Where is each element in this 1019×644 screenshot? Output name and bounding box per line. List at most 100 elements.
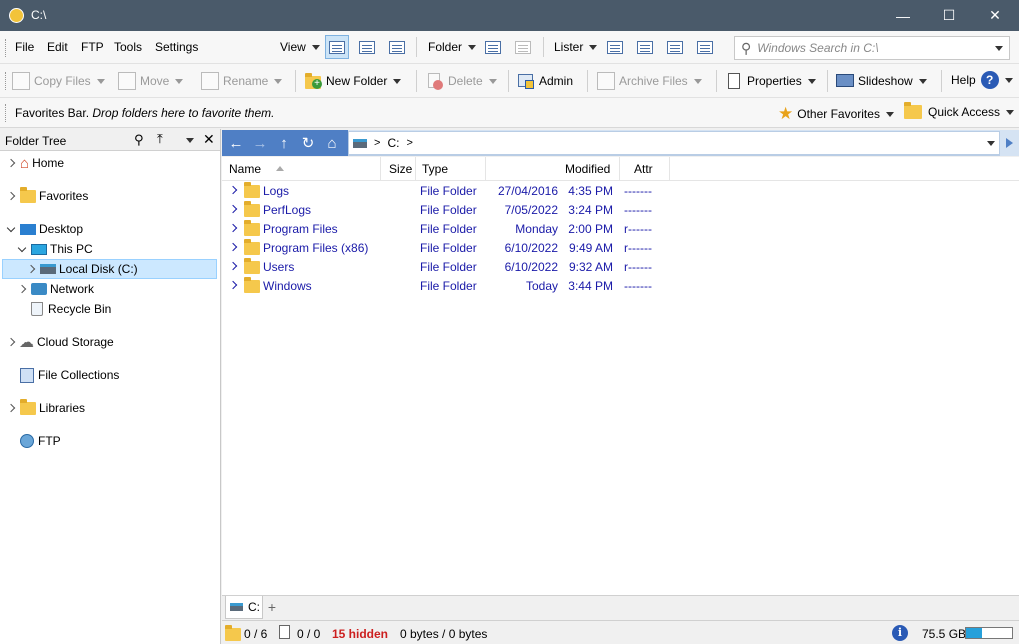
table-row[interactable]: Program Files File Folder Monday 2:00 PM… bbox=[222, 219, 1019, 238]
search-icon[interactable]: ⚲ bbox=[134, 132, 144, 148]
expand-icon[interactable] bbox=[6, 191, 16, 201]
back-arrow-icon[interactable]: ← bbox=[226, 133, 246, 153]
expand-icon[interactable] bbox=[6, 337, 16, 347]
column-type[interactable]: Type bbox=[422, 162, 448, 176]
menu-settings[interactable]: Settings bbox=[155, 40, 198, 54]
column-divider[interactable] bbox=[669, 157, 670, 181]
folder-icon bbox=[244, 182, 260, 198]
go-to-top-icon[interactable]: ⤒ bbox=[157, 131, 163, 147]
up-arrow-icon[interactable]: ↑ bbox=[274, 133, 294, 153]
column-divider[interactable] bbox=[415, 157, 416, 181]
expand-icon[interactable] bbox=[228, 204, 238, 214]
power-view-button[interactable] bbox=[355, 35, 379, 59]
archive-files-button[interactable]: Archive Files bbox=[597, 72, 702, 90]
search-dropdown-icon[interactable] bbox=[995, 46, 1003, 51]
quick-access-button[interactable]: Quick Access bbox=[904, 102, 1015, 119]
other-favorites-button[interactable]: ★ Other Favorites bbox=[778, 104, 894, 124]
table-row[interactable]: Logs File Folder 27/04/2016 4:35 PM ----… bbox=[222, 181, 1019, 200]
lister-dual-button[interactable] bbox=[633, 35, 657, 59]
toolbar-grip[interactable] bbox=[5, 104, 7, 122]
home-icon[interactable]: ⌂ bbox=[322, 133, 342, 153]
new-folder-button[interactable]: + New Folder bbox=[304, 72, 402, 90]
path-go-button[interactable] bbox=[1000, 130, 1019, 156]
thumbnails-view-button[interactable] bbox=[385, 35, 409, 59]
details-view-button[interactable] bbox=[325, 35, 349, 59]
tree-item-home[interactable]: ⌂ Home bbox=[0, 153, 220, 173]
toolbar-grip[interactable] bbox=[5, 39, 7, 57]
column-modified[interactable]: Modified bbox=[565, 162, 610, 176]
expand-icon[interactable] bbox=[228, 280, 238, 290]
table-row[interactable]: Program Files (x86) File Folder 6/10/202… bbox=[222, 238, 1019, 257]
column-name[interactable]: Name bbox=[229, 162, 261, 176]
table-row[interactable]: Windows File Folder Today 3:44 PM ------… bbox=[222, 276, 1019, 295]
path-field[interactable]: > C: > bbox=[348, 131, 1000, 155]
admin-button[interactable]: Admin bbox=[517, 72, 573, 90]
rename-button[interactable]: Rename bbox=[201, 72, 283, 90]
tree-item-cloud-storage[interactable]: ☁ Cloud Storage bbox=[0, 332, 220, 352]
table-row[interactable]: PerfLogs File Folder 7/05/2022 3:24 PM -… bbox=[222, 200, 1019, 219]
menu-file[interactable]: File bbox=[15, 40, 34, 54]
lister-tree-button[interactable] bbox=[663, 35, 687, 59]
delete-button[interactable]: Delete bbox=[426, 72, 497, 90]
column-divider[interactable] bbox=[380, 157, 381, 181]
hidden-count[interactable]: 15 hidden bbox=[332, 627, 388, 641]
breadcrumb-separator[interactable]: > bbox=[374, 137, 380, 149]
collapse-icon[interactable] bbox=[6, 223, 16, 232]
view-menu-button[interactable]: View bbox=[280, 40, 320, 54]
tree-item-network[interactable]: Network bbox=[0, 279, 220, 299]
folder-menu-button[interactable]: Folder bbox=[428, 40, 477, 54]
forward-arrow-icon[interactable]: → bbox=[250, 133, 270, 153]
table-row[interactable]: Users File Folder 6/10/2022 9:32 AM r---… bbox=[222, 257, 1019, 276]
lister-single-button[interactable] bbox=[603, 35, 627, 59]
expand-icon[interactable] bbox=[6, 403, 16, 413]
expand-icon[interactable] bbox=[17, 284, 27, 294]
refresh-icon[interactable]: ↻ bbox=[298, 133, 318, 153]
lister-menu-button[interactable]: Lister bbox=[554, 40, 598, 54]
expand-icon[interactable] bbox=[228, 185, 238, 195]
tree-item-favorites[interactable]: Favorites bbox=[0, 186, 220, 206]
properties-button[interactable]: Properties bbox=[725, 72, 816, 90]
column-divider[interactable] bbox=[485, 157, 486, 181]
close-button[interactable]: ✕ bbox=[972, 0, 1018, 31]
expand-icon[interactable] bbox=[6, 158, 16, 168]
tree-item-local-disk[interactable]: Local Disk (C:) bbox=[2, 259, 217, 279]
chevron-down-icon[interactable] bbox=[186, 138, 194, 143]
tree-item-this-pc[interactable]: This PC bbox=[0, 239, 220, 259]
menu-edit[interactable]: Edit bbox=[47, 40, 68, 54]
lister-viewer-button[interactable] bbox=[693, 35, 717, 59]
column-size[interactable]: Size bbox=[389, 162, 412, 176]
breadcrumb-drive[interactable]: C: bbox=[387, 136, 399, 150]
menu-tools[interactable]: Tools bbox=[114, 40, 142, 54]
toolbar-grip[interactable] bbox=[5, 72, 7, 90]
copy-files-button[interactable]: Copy Files bbox=[12, 72, 105, 90]
tree-item-ftp[interactable]: FTP bbox=[0, 431, 220, 451]
tree-item-recycle-bin[interactable]: Recycle Bin bbox=[0, 299, 220, 319]
new-tab-button[interactable]: + bbox=[264, 599, 280, 615]
menu-ftp[interactable]: FTP bbox=[81, 40, 104, 54]
close-icon[interactable]: ✕ bbox=[203, 131, 215, 148]
tree-item-desktop[interactable]: Desktop bbox=[0, 219, 220, 239]
expand-icon[interactable] bbox=[228, 242, 238, 252]
minimize-button[interactable]: — bbox=[880, 0, 926, 31]
tab-c-drive[interactable]: C: bbox=[225, 596, 263, 619]
column-attr[interactable]: Attr bbox=[634, 162, 653, 176]
help-button[interactable]: Help ? bbox=[951, 71, 1013, 89]
path-history-dropdown-icon[interactable] bbox=[987, 141, 995, 146]
move-button[interactable]: Move bbox=[118, 72, 184, 90]
tree-item-libraries[interactable]: Libraries bbox=[0, 398, 220, 418]
slideshow-button[interactable]: Slideshow bbox=[836, 72, 927, 90]
folder-layout-button-2[interactable] bbox=[511, 35, 535, 59]
expand-icon[interactable] bbox=[228, 223, 238, 233]
collapse-icon[interactable] bbox=[17, 243, 27, 252]
breadcrumb-separator[interactable]: > bbox=[406, 137, 412, 149]
search-box[interactable]: ⚲ Windows Search in C:\ bbox=[734, 36, 1010, 60]
column-divider[interactable] bbox=[619, 157, 620, 181]
tree-item-file-collections[interactable]: File Collections bbox=[0, 365, 220, 385]
file-count: 0 / 0 bbox=[297, 627, 321, 641]
separator bbox=[295, 70, 296, 92]
expand-icon[interactable] bbox=[228, 261, 238, 271]
maximize-button[interactable]: ☐ bbox=[926, 0, 972, 31]
info-icon[interactable]: i bbox=[892, 625, 908, 641]
expand-icon[interactable] bbox=[26, 264, 36, 274]
folder-layout-button[interactable] bbox=[481, 35, 505, 59]
